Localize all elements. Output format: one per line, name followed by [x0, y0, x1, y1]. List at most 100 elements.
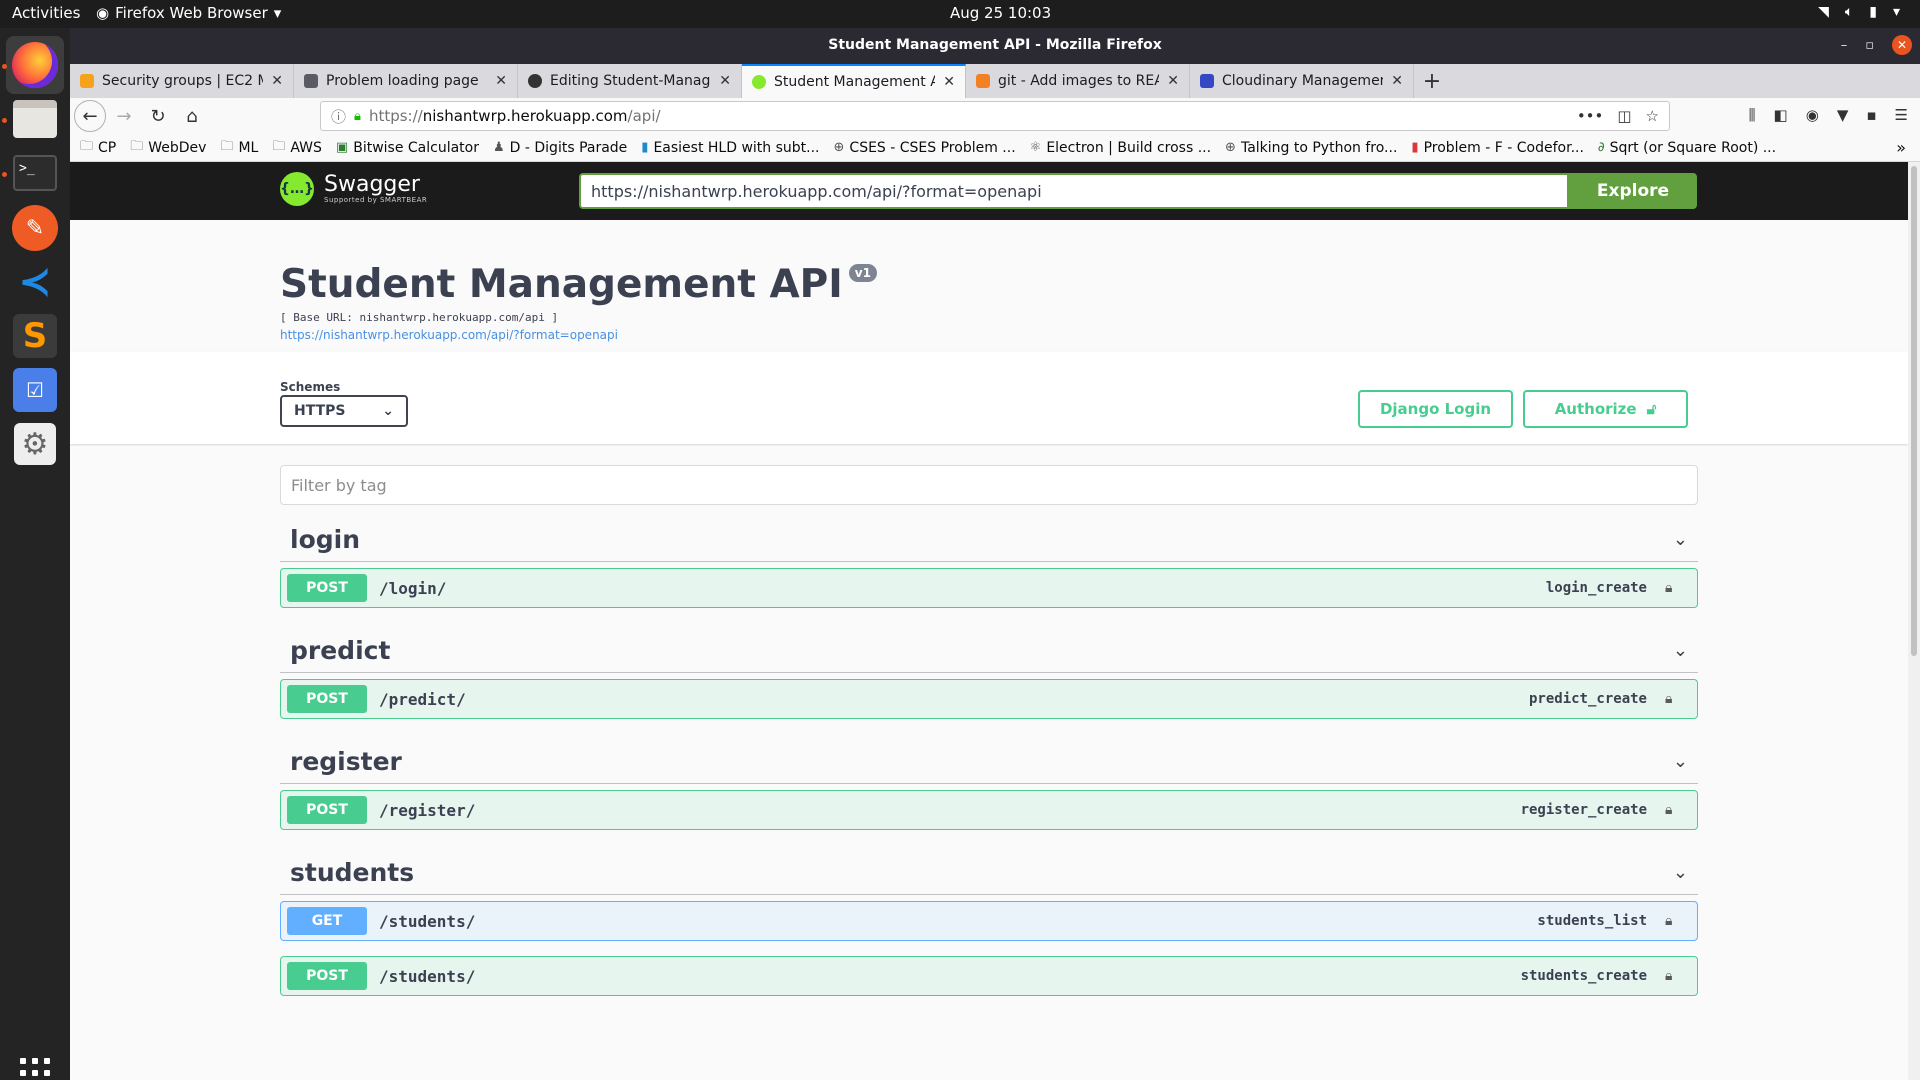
- swagger-brand-sub: Supported by SMARTBEAR: [324, 196, 428, 204]
- lock-icon[interactable]: 🔒︎: [1665, 913, 1679, 929]
- minimize-icon[interactable]: –: [1841, 38, 1848, 53]
- bookmark-star-icon[interactable]: ☆: [1646, 107, 1659, 125]
- tag-name: login: [290, 525, 361, 554]
- close-tab-icon[interactable]: ✕: [495, 73, 507, 89]
- bookmark-item[interactable]: ∂ Sqrt (or Square Root) ...: [1598, 140, 1776, 156]
- filter-by-tag-input[interactable]: Filter by tag: [280, 465, 1698, 505]
- lock-icon[interactable]: 🔒︎: [1665, 580, 1679, 596]
- app-menu-label: Firefox Web Browser: [115, 4, 268, 22]
- close-window-icon[interactable]: ✕: [1892, 35, 1912, 55]
- page-actions-icon[interactable]: •••: [1577, 107, 1604, 125]
- close-tab-icon[interactable]: ✕: [1391, 73, 1403, 89]
- explore-button[interactable]: Explore: [1569, 173, 1697, 209]
- dock-terminal[interactable]: >_: [6, 144, 64, 202]
- more-bookmarks-icon[interactable]: »: [1896, 138, 1906, 157]
- bookmark-item[interactable]: ▣ Bitwise Calculator: [336, 140, 479, 156]
- tab-title: git - Add images to READ: [998, 73, 1160, 89]
- atcoder-icon: ♟: [493, 140, 505, 155]
- tab-problem-loading[interactable]: Problem loading page ✕: [294, 64, 518, 98]
- operation-post-register[interactable]: POST /register/ register_create 🔒︎: [280, 790, 1698, 830]
- bookmark-item[interactable]: ⚛ Electron | Build cross ...: [1030, 140, 1211, 156]
- tag-header[interactable]: students ⌄: [280, 851, 1698, 895]
- bookmark-item[interactable]: ⊕ Talking to Python fro...: [1225, 140, 1397, 156]
- clock[interactable]: Aug 25 10:03: [950, 4, 1051, 22]
- app-menu[interactable]: ◉ Firefox Web Browser ▾: [96, 4, 281, 22]
- dock-settings[interactable]: ⚙: [6, 415, 64, 473]
- tab-title: Editing Student-Manager: [550, 73, 712, 89]
- back-button[interactable]: ←: [74, 100, 106, 132]
- operation-get-students[interactable]: GET /students/ students_list 🔒︎: [280, 901, 1698, 941]
- spec-link[interactable]: https://nishantwrp.herokuapp.com/api/?fo…: [280, 328, 877, 342]
- close-tab-icon[interactable]: ✕: [943, 74, 955, 90]
- maximize-icon[interactable]: ▫: [1865, 38, 1874, 53]
- chevron-down-icon[interactable]: ⌄: [1673, 862, 1688, 883]
- system-tray[interactable]: ◥ 🔈︎ ▮ ▾: [1818, 4, 1900, 20]
- scrollbar-thumb[interactable]: [1911, 166, 1917, 656]
- chevron-down-icon[interactable]: ⌄: [1673, 529, 1688, 550]
- swagger-logo[interactable]: {…} Swagger Supported by SMARTBEAR: [280, 172, 427, 206]
- bookmark-item[interactable]: 🗀 AWS: [272, 137, 322, 159]
- bookmark-item[interactable]: 🗀 CP: [80, 137, 116, 159]
- close-tab-icon[interactable]: ✕: [1167, 73, 1179, 89]
- window-titlebar[interactable]: Student Management API - Mozilla Firefox…: [70, 28, 1920, 64]
- folder-icon: 🗀: [80, 138, 94, 154]
- bookmark-item[interactable]: ⊕ CSES - CSES Problem ...: [834, 140, 1016, 156]
- tab-github-editing[interactable]: Editing Student-Manager ✕: [518, 64, 742, 98]
- page-scrollbar[interactable]: [1908, 162, 1920, 1080]
- account-icon[interactable]: ◉: [1806, 106, 1819, 124]
- tab-stackoverflow[interactable]: git - Add images to READ ✕: [966, 64, 1190, 98]
- tag-header[interactable]: register ⌄: [280, 740, 1698, 784]
- close-tab-icon[interactable]: ✕: [271, 73, 283, 89]
- bookmark-item[interactable]: ▮ Easiest HLD with subt...: [641, 140, 819, 156]
- extension-icon[interactable]: ▼: [1837, 106, 1849, 124]
- bookmark-item[interactable]: 🗀 ML: [220, 137, 258, 159]
- url-bar[interactable]: ⓘ 🔒︎ https://nishantwrp.herokuapp.com/ap…: [320, 101, 1670, 131]
- lock-icon[interactable]: 🔒︎: [1665, 968, 1679, 984]
- dock-files[interactable]: [6, 90, 64, 148]
- django-login-button[interactable]: Django Login: [1358, 390, 1513, 428]
- authorize-button[interactable]: Authorize 🔓︎: [1523, 390, 1688, 428]
- extension-icon[interactable]: ▪: [1866, 106, 1876, 124]
- swagger-brace-icon: {…}: [280, 172, 314, 206]
- library-icon[interactable]: ⫼: [1749, 106, 1756, 124]
- dock-sublime[interactable]: S: [6, 307, 64, 365]
- window-controls: – ▫ ✕: [1841, 35, 1912, 55]
- tab-student-management[interactable]: Student Management AP ✕: [742, 64, 966, 98]
- spec-url-input[interactable]: [579, 173, 1569, 209]
- tab-security-groups[interactable]: Security groups | EC2 Ma ✕: [70, 64, 294, 98]
- globe-icon: ⊕: [833, 140, 845, 155]
- dock-firefox[interactable]: [6, 36, 64, 94]
- method-badge: GET: [287, 907, 367, 935]
- menu-icon[interactable]: ☰: [1895, 106, 1908, 124]
- activities-button[interactable]: Activities: [12, 4, 80, 22]
- bookmark-item[interactable]: 🗀 WebDev: [130, 137, 206, 159]
- bookmark-item[interactable]: ♟ D - Digits Parade: [493, 140, 627, 156]
- dock-tasks[interactable]: ☑: [6, 361, 64, 419]
- reload-button[interactable]: ↻: [142, 100, 174, 132]
- pocket-icon[interactable]: ◫: [1617, 107, 1631, 125]
- tag-header[interactable]: login ⌄: [280, 518, 1698, 562]
- lock-icon[interactable]: 🔒︎: [1665, 802, 1679, 818]
- operation-post-students[interactable]: POST /students/ students_create 🔒︎: [280, 956, 1698, 996]
- info-icon[interactable]: ⓘ: [331, 106, 346, 127]
- home-button[interactable]: ⌂: [176, 100, 208, 132]
- bookmark-item[interactable]: ▮ Problem - F - Codefor...: [1411, 140, 1584, 156]
- sublime-icon: S: [13, 314, 57, 358]
- sidebar-icon[interactable]: ◧: [1774, 106, 1788, 124]
- tab-cloudinary[interactable]: Cloudinary Management ✕: [1190, 64, 1414, 98]
- forward-button[interactable]: →: [108, 100, 140, 132]
- operation-id: register_create: [1520, 802, 1647, 818]
- chevron-down-icon[interactable]: ⌄: [1673, 751, 1688, 772]
- new-tab-button[interactable]: +: [1414, 64, 1450, 98]
- operation-post-login[interactable]: POST /login/ login_create 🔒︎: [280, 568, 1698, 608]
- tag-header[interactable]: predict ⌄: [280, 629, 1698, 673]
- dock-postman[interactable]: ✎: [6, 199, 64, 257]
- close-tab-icon[interactable]: ✕: [719, 73, 731, 89]
- dock-vscode[interactable]: ≺: [6, 253, 64, 311]
- show-applications-icon[interactable]: [20, 1058, 50, 1080]
- lock-icon[interactable]: 🔒︎: [1665, 691, 1679, 707]
- operation-post-predict[interactable]: POST /predict/ predict_create 🔒︎: [280, 679, 1698, 719]
- schemes-select[interactable]: HTTPS ⌄: [280, 395, 408, 427]
- operation-id: students_create: [1520, 968, 1647, 984]
- chevron-down-icon[interactable]: ⌄: [1673, 640, 1688, 661]
